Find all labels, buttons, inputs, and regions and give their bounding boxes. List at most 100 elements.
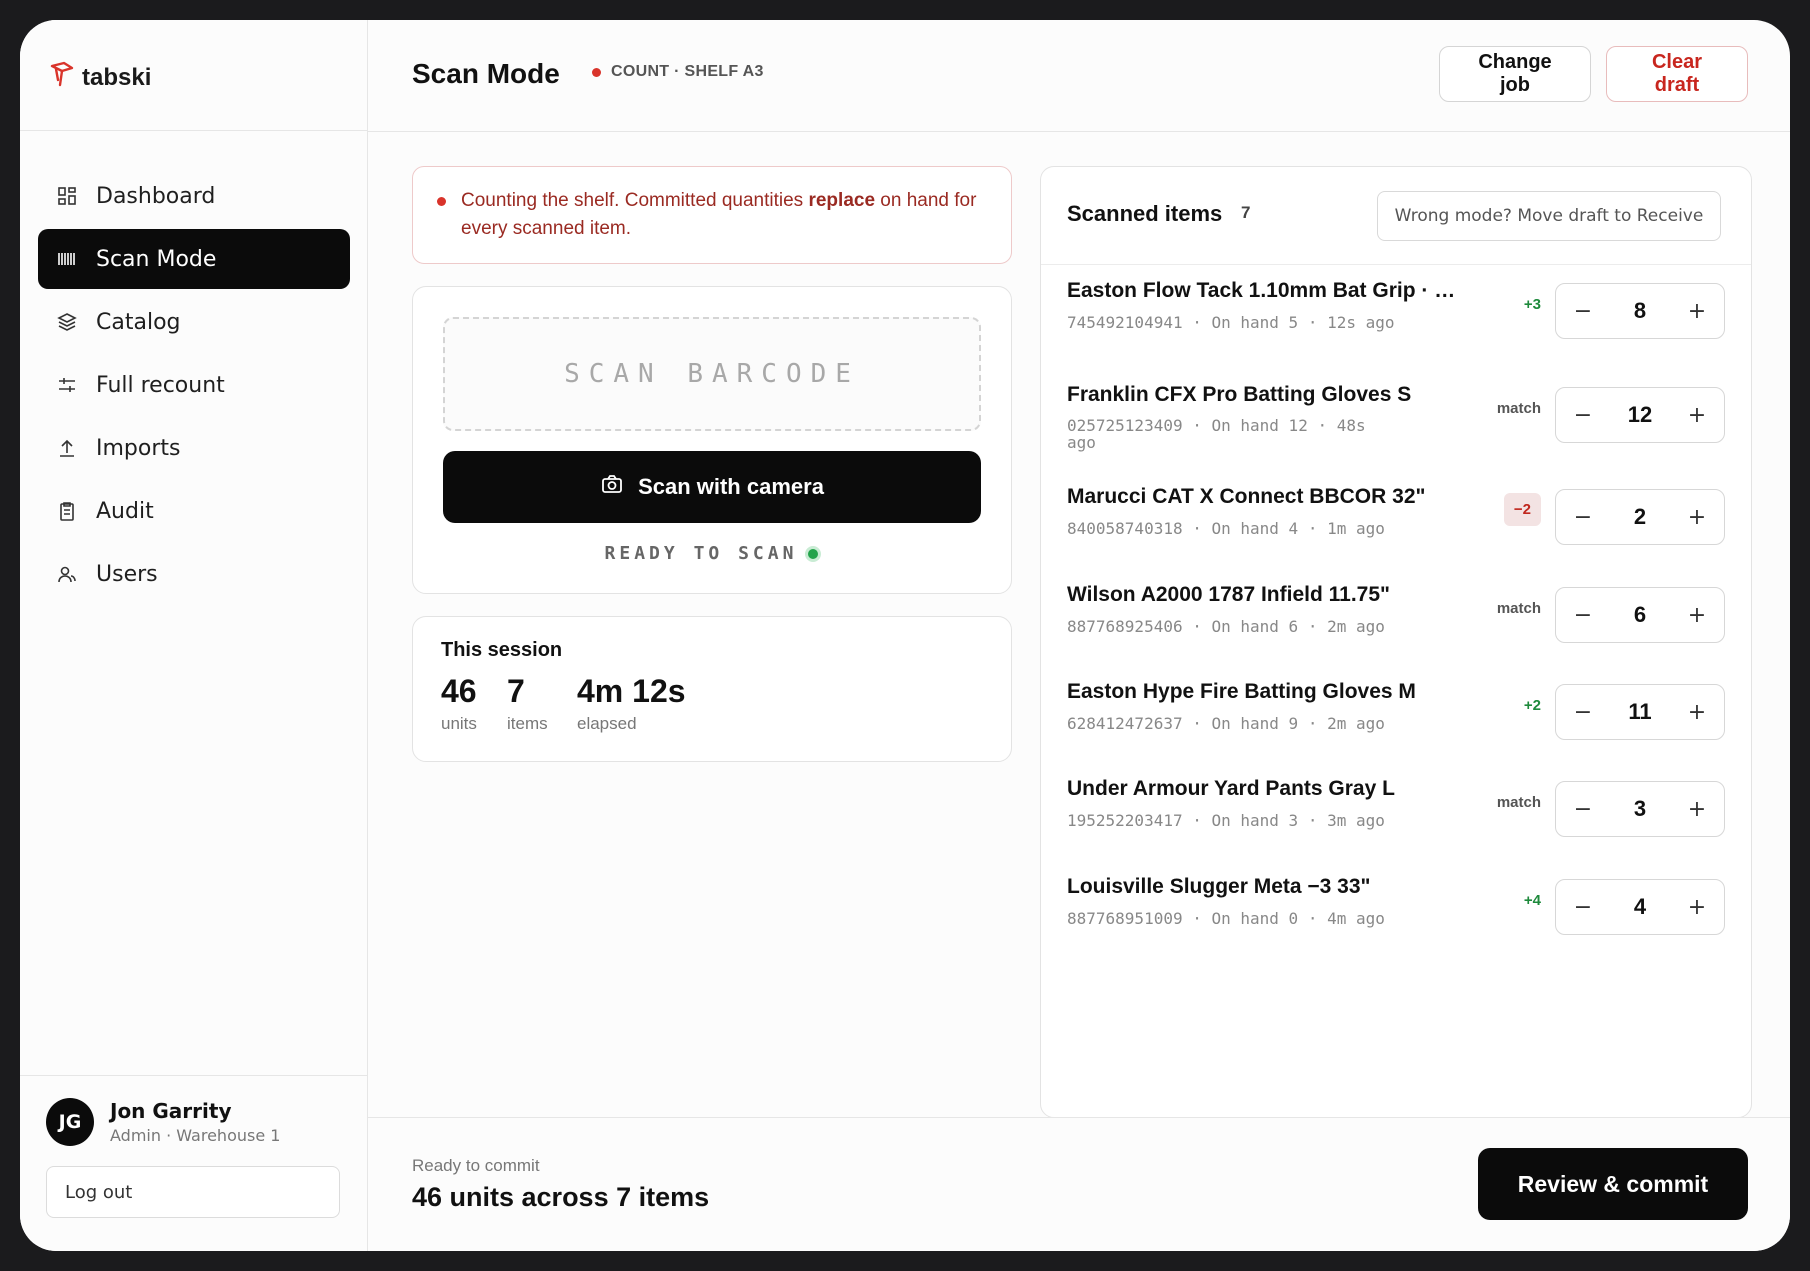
mode-notice: Counting the shelf. Committed quantities… [412, 166, 1012, 264]
sidebar-item-label: Scan Mode [96, 246, 217, 272]
decrement-button[interactable]: − [1568, 895, 1598, 920]
logout-button[interactable]: Log out [46, 1166, 340, 1218]
decrement-button[interactable]: − [1568, 403, 1598, 428]
user-role: Admin · Warehouse 1 [110, 1126, 281, 1145]
increment-button[interactable]: + [1682, 797, 1712, 822]
quantity-value[interactable]: 2 [1634, 504, 1646, 530]
delta-badge: match [1496, 400, 1541, 417]
users-icon [56, 563, 78, 585]
quantity-stepper: − 4 + [1555, 879, 1725, 935]
item-name: Franklin CFX Pro Batting Gloves S [1067, 383, 1412, 406]
list-item: Marucci CAT X Connect BBCOR 32" 840058740… [1041, 471, 1751, 567]
list-item: Easton Flow Tack 1.10mm Bat Grip · … 7454… [1041, 265, 1751, 361]
session-summary: This session 46 units 7 items 4m 12s ela… [412, 616, 1012, 762]
list-item: Franklin CFX Pro Batting Gloves S 0257251… [1041, 369, 1751, 465]
delta-badge: match [1496, 794, 1541, 811]
sidebar-item-users[interactable]: Users [38, 544, 350, 604]
move-to-receive-button[interactable]: Wrong mode? Move draft to Receive [1377, 191, 1721, 241]
quantity-value[interactable]: 4 [1634, 894, 1646, 920]
stat-value: 4m 12s [577, 673, 686, 709]
decrement-button[interactable]: − [1568, 700, 1598, 725]
sidebar-item-label: Full recount [96, 372, 225, 398]
delta-badge: +4 [1523, 892, 1541, 909]
quantity-value[interactable]: 3 [1634, 796, 1646, 822]
sidebar-nav: Dashboard Scan Mode Catalog Full recount… [38, 166, 350, 607]
delta-badge: +2 [1523, 697, 1541, 714]
notice-emphasis: replace [808, 190, 876, 211]
app-name: tabski [82, 63, 152, 91]
list-item: Easton Hype Fire Batting Gloves M 6284124… [1041, 666, 1751, 762]
sidebar-item-audit[interactable]: Audit [38, 481, 350, 541]
sliders-icon [56, 374, 78, 396]
sidebar-item-label: Imports [96, 435, 181, 461]
clipboard-icon [56, 500, 78, 522]
increment-button[interactable]: + [1682, 895, 1712, 920]
quantity-stepper: − 2 + [1555, 489, 1725, 545]
session-title: This session [441, 639, 563, 661]
scanned-items-panel: Scanned items 7 Wrong mode? Move draft t… [1040, 166, 1752, 1118]
decrement-button[interactable]: − [1568, 505, 1598, 530]
delta-badge: −2 [1503, 493, 1541, 526]
stat-label: units [441, 714, 477, 733]
app-window: tabski Dashboard Scan Mode Catalog Full … [20, 20, 1790, 1251]
sidebar-item-full-recount[interactable]: Full recount [38, 355, 350, 415]
list-item: Wilson A2000 1787 Infield 11.75" 88776892… [1041, 569, 1751, 665]
quantity-stepper: − 6 + [1555, 587, 1725, 643]
user-profile: JG Jon Garrity Admin · Warehouse 1 [46, 1098, 280, 1146]
increment-button[interactable]: + [1682, 603, 1712, 628]
clear-draft-button[interactable]: Clear draft [1606, 46, 1748, 102]
item-name: Louisville Slugger Meta −3 33" [1067, 875, 1371, 898]
scan-with-camera-button[interactable]: Scan with camera [443, 451, 981, 523]
quantity-value[interactable]: 6 [1634, 602, 1646, 628]
item-count-badge: 7 [1241, 203, 1251, 222]
panel-header: Scanned items 7 Wrong mode? Move draft t… [1041, 167, 1751, 265]
change-job-button[interactable]: Change job [1439, 46, 1591, 102]
sidebar-item-imports[interactable]: Imports [38, 418, 350, 478]
delta-badge: +3 [1523, 296, 1541, 313]
item-name: Wilson A2000 1787 Infield 11.75" [1067, 583, 1390, 606]
item-name: Under Armour Yard Pants Gray L [1067, 777, 1395, 800]
decrement-button[interactable]: − [1568, 797, 1598, 822]
item-meta: 628412472637 · On hand 9 · 2m ago [1067, 714, 1385, 733]
decrement-button[interactable]: − [1568, 299, 1598, 324]
item-meta: 887768951009 · On hand 0 · 4m ago [1067, 909, 1385, 928]
stat-items: 7 items [507, 673, 548, 734]
quantity-value[interactable]: 11 [1628, 699, 1651, 725]
stat-label: items [507, 714, 548, 733]
ready-indicator-icon [805, 545, 822, 562]
increment-button[interactable]: + [1682, 403, 1712, 428]
camera-icon [600, 472, 624, 502]
sidebar-item-scan-mode[interactable]: Scan Mode [38, 229, 350, 289]
status-dot-icon [592, 67, 601, 77]
increment-button[interactable]: + [1682, 505, 1712, 530]
sidebar-item-dashboard[interactable]: Dashboard [38, 166, 350, 226]
quantity-stepper: − 3 + [1555, 781, 1725, 837]
item-name: Easton Flow Tack 1.10mm Bat Grip · … [1067, 279, 1456, 302]
quantity-stepper: − 11 + [1555, 684, 1725, 740]
item-meta: 887768925406 · On hand 6 · 2m ago [1067, 617, 1385, 636]
logo-icon [48, 60, 76, 95]
avatar: JG [46, 1098, 94, 1146]
item-meta: 840058740318 · On hand 4 · 1m ago [1067, 519, 1385, 538]
warning-dot-icon [437, 197, 446, 206]
barcode-input[interactable] [443, 317, 981, 431]
quantity-stepper: − 8 + [1555, 283, 1725, 339]
sidebar-item-catalog[interactable]: Catalog [38, 292, 350, 352]
app-logo[interactable]: tabski [48, 60, 151, 95]
barcode-icon [56, 248, 78, 270]
mode-badge: COUNT · SHELF A3 [592, 63, 764, 81]
increment-button[interactable]: + [1682, 299, 1712, 324]
list-item: Louisville Slugger Meta −3 33" 8877689510… [1041, 861, 1751, 957]
item-name: Easton Hype Fire Batting Gloves M [1067, 680, 1416, 703]
divider [20, 130, 368, 131]
sidebar-item-label: Dashboard [96, 183, 216, 209]
sidebar-item-label: Audit [96, 498, 154, 524]
quantity-value[interactable]: 12 [1628, 402, 1652, 428]
decrement-button[interactable]: − [1568, 603, 1598, 628]
camera-button-label: Scan with camera [638, 474, 824, 499]
quantity-value[interactable]: 8 [1634, 298, 1646, 324]
stat-value: 46 [441, 673, 477, 709]
increment-button[interactable]: + [1682, 700, 1712, 725]
sidebar-item-label: Users [96, 561, 158, 587]
review-commit-button[interactable]: Review & commit [1478, 1148, 1748, 1220]
